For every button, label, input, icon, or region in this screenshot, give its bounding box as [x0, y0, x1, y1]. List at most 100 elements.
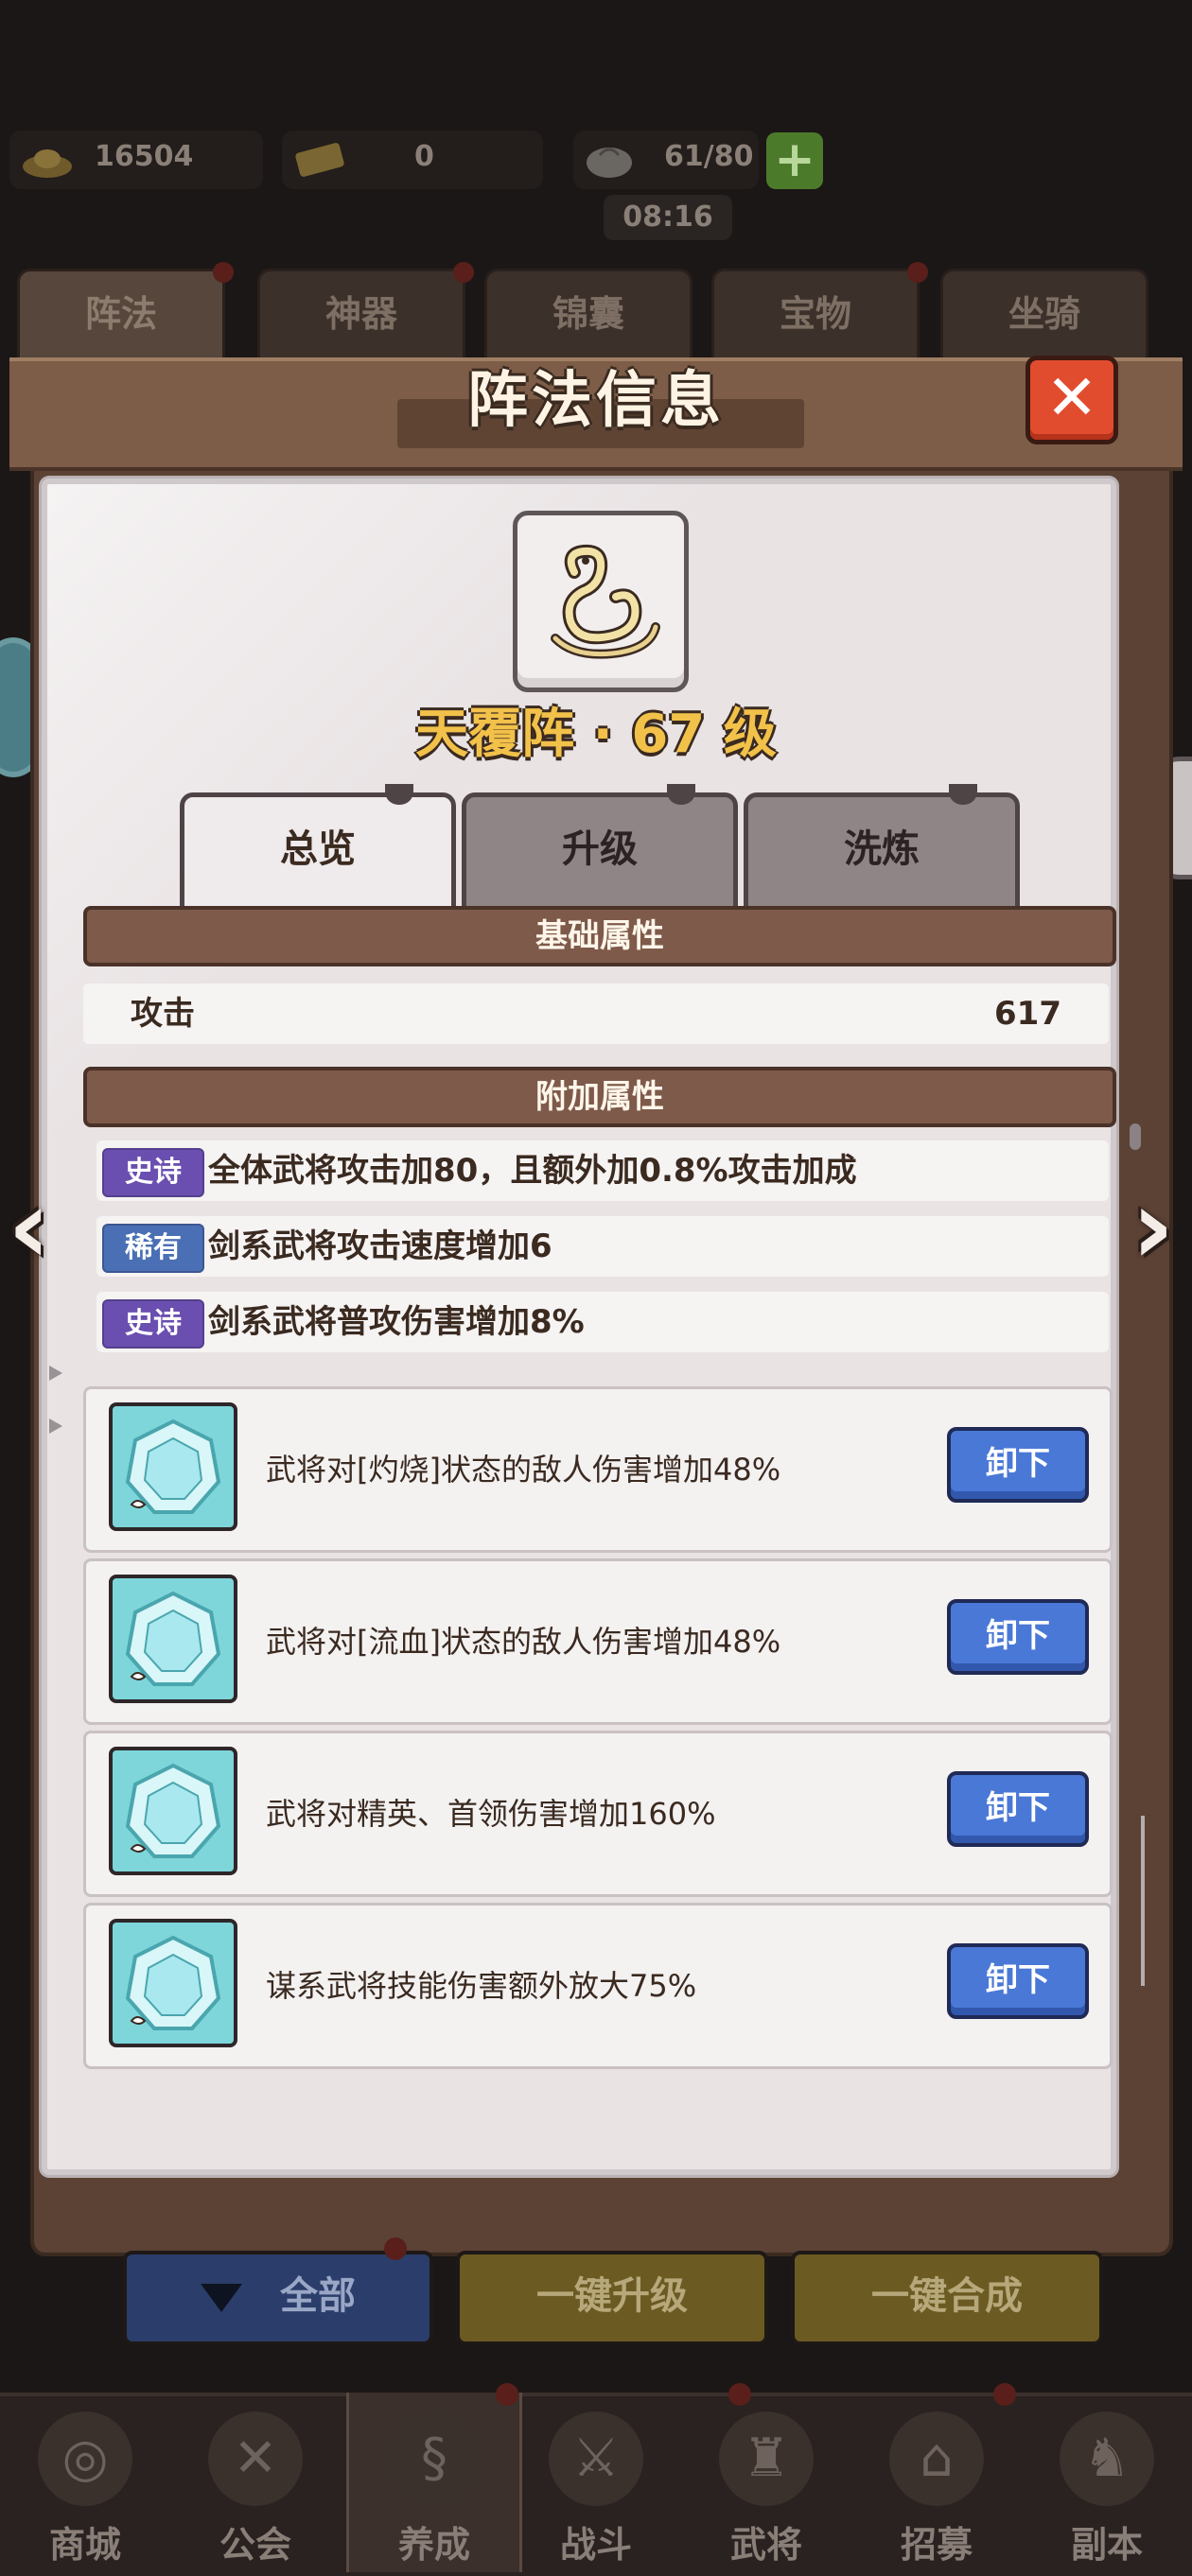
scroll-marker-icon [49, 1419, 62, 1434]
category-tab-label: 神器 [324, 293, 397, 335]
extra-attribute-row: 史诗 剑系武将普攻伤害增加8% [96, 1292, 1109, 1352]
category-tab-treasure[interactable]: 宝物 [711, 262, 928, 365]
gold-ingot-icon [23, 149, 72, 178]
category-tab-mount[interactable]: 坐骑 [940, 269, 1148, 365]
gold-counter: 16504 [9, 131, 263, 189]
rarity-badge: 稀有 [102, 1224, 204, 1273]
tab-label: 总览 [280, 827, 356, 871]
notification-dot [453, 262, 474, 283]
crystal-icon [125, 1419, 221, 1514]
nav-label: 养成 [397, 2524, 470, 2566]
scrollbar-track[interactable] [1141, 1816, 1145, 1986]
nav-recruit[interactable]: ⌂ 招募 [851, 2393, 1022, 2572]
category-tab-kit[interactable]: 锦囊 [484, 269, 692, 365]
dungeon-icon: ♞ [1060, 2411, 1154, 2506]
upgrade-all-button[interactable]: 一键升级 [456, 2251, 768, 2345]
notification-dot [213, 262, 234, 283]
notification-dot [993, 2383, 1016, 2406]
notification-dot [384, 2237, 407, 2260]
gem-effect-text: 武将对[灼烧]状态的敌人伤害增加48% [266, 1452, 781, 1488]
crossed-swords-icon: ⚔ [549, 2411, 643, 2506]
triangle-down-icon [201, 2284, 242, 2312]
base-attributes-header: 基础属性 [83, 906, 1116, 966]
scrollbar-thumb[interactable] [1130, 1123, 1141, 1150]
attribute-text: 全体武将攻击加80，且额外加0.8%攻击加成 [208, 1152, 857, 1190]
stamina-counter: 61/80 [573, 131, 759, 189]
nav-generals[interactable]: ♜ 武将 [681, 2393, 851, 2572]
tab-upgrade[interactable]: 升级 [462, 784, 738, 917]
tab-label: 洗炼 [844, 827, 920, 871]
category-tab-formation[interactable]: 阵法 [17, 262, 234, 365]
category-tab-artifact[interactable]: 神器 [257, 262, 474, 365]
nav-guild[interactable]: ✕ 公会 [170, 2393, 341, 2572]
nav-label: 副本 [1070, 2524, 1143, 2566]
base-stat-row: 攻击 617 [83, 983, 1109, 1044]
filter-label: 全部 [280, 2274, 356, 2318]
nav-shop[interactable]: ◎ 商城 [0, 2393, 170, 2572]
attribute-text: 剑系武将攻击速度增加6 [208, 1227, 552, 1265]
stamina-value: 61/80 [664, 140, 754, 173]
nav-label: 公会 [219, 2524, 291, 2566]
rarity-badge: 史诗 [102, 1148, 204, 1197]
formation-name-level: 天覆阵 · 67 级 [415, 704, 777, 765]
extra-attributes-header: 附加属性 [83, 1067, 1116, 1127]
ticket-icon [295, 143, 344, 177]
gem-row: 武将对[流血]状态的敌人伤害增加48% 卸下 [83, 1558, 1113, 1725]
gem-slot[interactable] [109, 1747, 237, 1875]
nav-dungeon[interactable]: ♞ 副本 [1022, 2393, 1192, 2572]
nav-label: 战斗 [559, 2524, 632, 2566]
tab-overview[interactable]: 总览 [180, 784, 456, 917]
nav-battle[interactable]: ⚔ 战斗 [511, 2393, 681, 2572]
extra-attribute-row: 史诗 全体武将攻击加80，且额外加0.8%攻击加成 [96, 1140, 1109, 1201]
dragon-icon: § [387, 2411, 482, 2506]
gem-row: 武将对精英、首领伤害增加160% 卸下 [83, 1731, 1113, 1897]
nav-develop[interactable]: § 养成 [346, 2393, 522, 2572]
unequip-button[interactable]: 卸下 [947, 1943, 1089, 2019]
gold-value: 16504 [95, 140, 194, 173]
gem-effect-text: 谋系武将技能伤害额外放大75% [266, 1968, 697, 2004]
merge-all-button[interactable]: 一键合成 [791, 2251, 1103, 2345]
extra-attribute-row: 稀有 剑系武将攻击速度增加6 [96, 1216, 1109, 1277]
unequip-button[interactable]: 卸下 [947, 1427, 1089, 1503]
category-tab-label: 宝物 [779, 293, 851, 335]
helmet-icon: ♜ [719, 2411, 814, 2506]
attribute-text: 剑系武将普攻伤害增加8% [208, 1303, 585, 1341]
nav-label: 武将 [729, 2524, 802, 2566]
category-tab-label: 锦囊 [552, 293, 624, 335]
notification-dot [496, 2383, 518, 2406]
stat-value: 617 [994, 995, 1061, 1033]
category-tab-label: 阵法 [84, 293, 157, 335]
notification-dot [728, 2383, 751, 2406]
crystal-icon [125, 1591, 221, 1686]
crystal-icon [125, 1763, 221, 1858]
next-arrow-icon[interactable]: › [1131, 1175, 1183, 1279]
recruit-tent-icon: ⌂ [889, 2411, 984, 2506]
tab-knob [949, 784, 977, 805]
add-stamina-button[interactable]: + [766, 132, 823, 189]
rarity-badge: 史诗 [102, 1299, 204, 1349]
gem-slot[interactable] [109, 1575, 237, 1703]
gem-slot[interactable] [109, 1402, 237, 1531]
ticket-value: 0 [414, 140, 434, 173]
dragon-icon [551, 544, 660, 659]
banner-icon: ✕ [208, 2411, 303, 2506]
unequip-button[interactable]: 卸下 [947, 1771, 1089, 1847]
gem-slot[interactable] [109, 1919, 237, 2047]
gem-row: 武将对[灼烧]状态的敌人伤害增加48% 卸下 [83, 1386, 1113, 1553]
gem-effect-text: 武将对精英、首领伤害增加160% [266, 1796, 716, 1832]
refresh-timer: 08:16 [604, 195, 732, 240]
nav-label: 商城 [48, 2524, 121, 2566]
close-button[interactable]: ✕ [1025, 356, 1118, 444]
category-tab-label: 坐骑 [1008, 293, 1080, 335]
coin-icon: ◎ [38, 2411, 132, 2506]
unequip-button[interactable]: 卸下 [947, 1599, 1089, 1675]
modal-title: 阵法信息 [467, 366, 725, 436]
filter-all-button[interactable]: 全部 [123, 2251, 433, 2345]
tab-refine[interactable]: 洗炼 [744, 784, 1020, 917]
crystal-icon [125, 1935, 221, 2030]
ticket-counter: 0 [282, 131, 543, 189]
scroll-marker-icon [49, 1366, 62, 1381]
prev-arrow-icon[interactable]: ‹ [8, 1175, 59, 1279]
close-icon: ✕ [1045, 361, 1098, 434]
bun-icon [587, 148, 632, 178]
